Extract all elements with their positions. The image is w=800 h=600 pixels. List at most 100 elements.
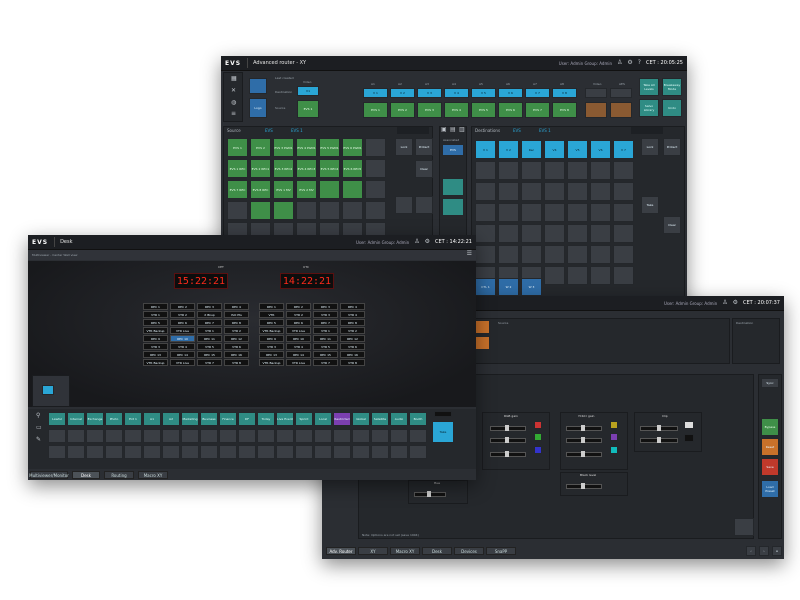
destination-cell[interactable]: V 1 (475, 140, 496, 159)
desk-empty-slot[interactable] (276, 429, 294, 443)
breakaway-mode-button[interactable]: Breakaway Mode (662, 78, 682, 96)
audio-dest-cell[interactable]: V 7 (525, 88, 550, 98)
desk-empty-slot[interactable] (333, 445, 351, 459)
destination-cell[interactable] (567, 266, 588, 285)
multiviewer-tile[interactable]: REC 15 (313, 351, 338, 358)
multiviewer-tile[interactable]: REC 8 (224, 319, 249, 326)
destination-cell[interactable] (498, 161, 519, 180)
desk-empty-slot[interactable] (86, 445, 104, 459)
desk-tab[interactable]: Desk (72, 471, 100, 479)
desk-empty-slot[interactable] (181, 445, 199, 459)
audio-dest-cell[interactable]: V 3 (417, 88, 442, 98)
multiviewer-tile[interactable]: VTR 2 (170, 311, 195, 318)
audio-source-cell[interactable]: EVS 1 (363, 102, 388, 118)
proc-nav-prev[interactable]: ‹ (746, 546, 756, 556)
associated-value[interactable]: EVS (442, 144, 464, 156)
destination-cell[interactable] (521, 245, 542, 264)
desk-source-button[interactable]: Photo (105, 412, 123, 426)
multiviewer-tile[interactable]: VTR 1 (197, 327, 222, 334)
dst-lock-button[interactable]: Lock (641, 138, 659, 156)
source-cell[interactable]: EVS 1 REC (227, 159, 248, 178)
desk-empty-slot[interactable] (162, 445, 180, 459)
audio-dest-cell[interactable]: V 4 (444, 88, 469, 98)
desk-empty-slot[interactable] (67, 445, 85, 459)
destination-cell[interactable]: V 2 (498, 140, 519, 159)
desk-tab[interactable]: Routing (104, 471, 134, 479)
src-clear-button[interactable]: Clear (415, 160, 433, 178)
rgb-slider-1[interactable] (490, 425, 526, 431)
destination-cell[interactable]: Rec (521, 140, 542, 159)
src-tab-evs1[interactable]: EVS 1 (291, 128, 303, 133)
proc-nav-next[interactable]: › (759, 546, 769, 556)
source-cell[interactable]: EVS 1 (227, 138, 248, 157)
desk-empty-slot[interactable] (333, 429, 351, 443)
ycbcr-slider-2[interactable] (566, 437, 602, 443)
proc-reset-button[interactable]: Reset (761, 438, 779, 456)
destination-cell[interactable]: V5 (567, 140, 588, 159)
source-cell[interactable] (365, 180, 386, 199)
multiviewer-tile[interactable]: VTR (259, 311, 284, 318)
desk-empty-slot[interactable] (409, 445, 427, 459)
multiviewer-tile[interactable]: REC 2 (286, 303, 311, 310)
multiviewer-tile[interactable]: REC 9 (143, 335, 168, 342)
source-cell[interactable] (296, 201, 317, 220)
destination-cell[interactable] (544, 203, 565, 222)
source-cell[interactable] (365, 138, 386, 157)
desk-empty-slot[interactable] (371, 429, 389, 443)
desk-mini-selected[interactable] (42, 385, 54, 395)
destination-cell[interactable] (475, 161, 496, 180)
proc-home-icon[interactable]: ⌂ (772, 546, 782, 556)
desk-empty-slot[interactable] (143, 445, 161, 459)
multiviewer-tile[interactable]: REC 12 (340, 335, 365, 342)
dst-tab-evs1[interactable]: EVS 1 (539, 128, 551, 133)
destination-bottom-cell[interactable]: CTL 1 (475, 278, 496, 296)
desk-source-button[interactable]: Finance (219, 412, 237, 426)
desk-source-button[interactable]: Global (352, 412, 370, 426)
video-dest-cell[interactable]: V1 (297, 86, 319, 96)
source-cell[interactable]: EVS 8 REC (250, 180, 271, 199)
desk-source-button[interactable]: Marketing (181, 412, 199, 426)
source-cell[interactable]: EVS 2 REC1 (250, 159, 271, 178)
src-lock-button[interactable]: Lock (395, 138, 413, 156)
multiviewer-tile[interactable]: VTR 5 (197, 343, 222, 350)
rgb-slider-2[interactable] (490, 437, 526, 443)
source-cell[interactable]: EVS 5 PGM1 (319, 138, 340, 157)
source-cell[interactable]: EVS 1 MV (273, 180, 294, 199)
desk-empty-slot[interactable] (219, 429, 237, 443)
src-tab-evs[interactable]: EVS (265, 128, 273, 133)
desk-source-button[interactable]: Booth (409, 412, 427, 426)
destination-cell[interactable] (590, 161, 611, 180)
multiviewer-tile[interactable]: VTR 3 (313, 311, 338, 318)
destination-cell[interactable] (613, 224, 634, 243)
destination-cell[interactable] (613, 182, 634, 201)
audio-source-cell[interactable]: EVS 3 (417, 102, 442, 118)
destination-cell[interactable]: V 7 (613, 140, 634, 159)
audio-source-cell[interactable]: EVS 6 (498, 102, 523, 118)
multiviewer-tile[interactable]: VTR 6 (340, 343, 365, 350)
desk-empty-slot[interactable] (124, 445, 142, 459)
destination-cell[interactable] (544, 224, 565, 243)
multiviewer-tile[interactable]: VTR 8 (340, 359, 365, 366)
grid-icon[interactable]: ▦ (231, 76, 237, 82)
multiviewer-tile[interactable]: VTR 2 (224, 327, 249, 334)
desk-source-button[interactable]: DF (238, 412, 256, 426)
desk-empty-slot[interactable] (143, 429, 161, 443)
help-icon[interactable]: ? (638, 60, 641, 66)
multiviewer-tile[interactable]: VTR Live (286, 359, 311, 366)
destination-cell[interactable] (567, 245, 588, 264)
desk-source-button[interactable]: Local (314, 412, 332, 426)
source-cell[interactable]: EVS 7 REC (227, 180, 248, 199)
destination-cell[interactable] (590, 203, 611, 222)
multiviewer-tile[interactable]: REC 3 (197, 303, 222, 310)
desk-tab[interactable]: Macro XY (138, 471, 168, 479)
pin-icon[interactable]: ⚲ (36, 413, 40, 419)
desk-empty-slot[interactable] (105, 429, 123, 443)
multiviewer-tile[interactable]: VTR Backup (143, 359, 168, 366)
destination-cell[interactable] (544, 182, 565, 201)
source-cell[interactable]: EVS 4 PGM1 (296, 138, 317, 157)
rgb-slider-3[interactable] (490, 451, 526, 457)
destination-cell[interactable] (590, 266, 611, 285)
source-cell[interactable] (273, 201, 294, 220)
multiviewer-tile[interactable]: REC 5 (259, 319, 284, 326)
salvo-library-button[interactable]: Salvo Library (639, 99, 659, 117)
